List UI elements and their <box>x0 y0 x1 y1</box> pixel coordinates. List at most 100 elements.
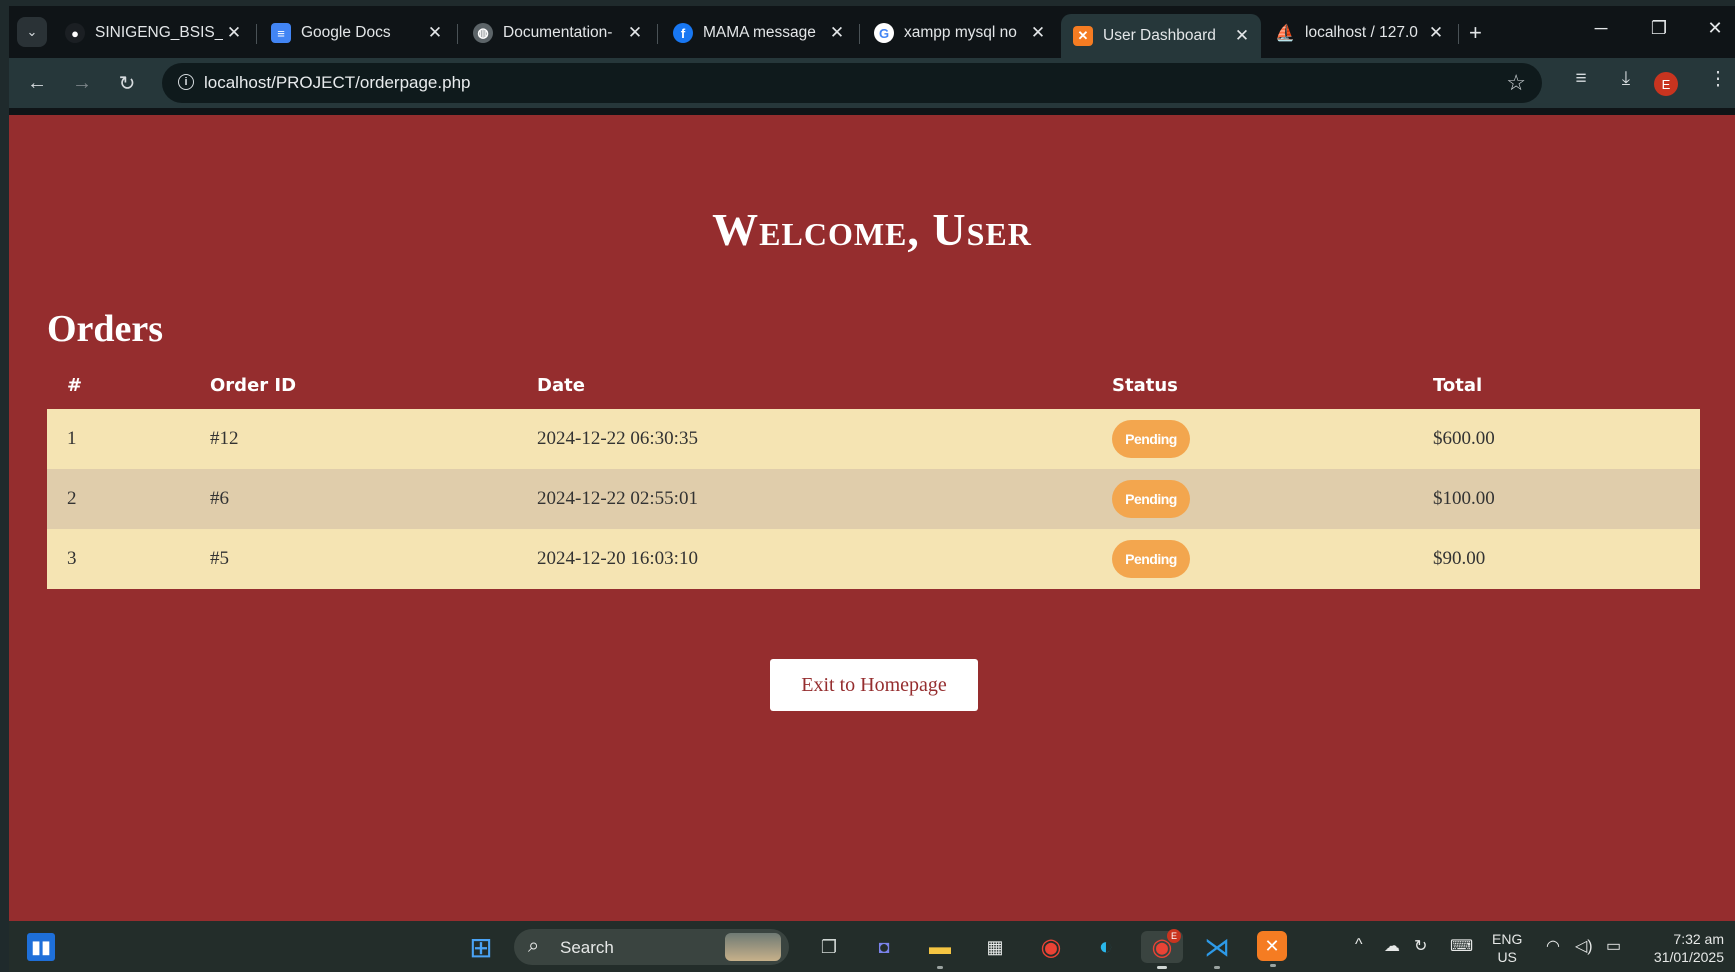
show-hidden-icons[interactable]: ^ <box>1355 936 1363 954</box>
close-icon[interactable]: ✕ <box>223 23 245 43</box>
keyboard-icon[interactable]: ⌨ <box>1450 936 1473 956</box>
order-status-cell: Pending <box>1092 409 1413 469</box>
order-id: #6 <box>210 488 229 509</box>
chrome-profile-icon[interactable]: ◉ E <box>1141 929 1183 969</box>
tab-mama-message[interactable]: f MAMA message ✕ <box>661 14 856 52</box>
microsoft-store-icon[interactable]: ▦ <box>979 931 1011 963</box>
table-row: 2 #6 2024-12-22 02:55:01 Pending $100.00 <box>47 469 1700 529</box>
tab-google-docs[interactable]: ≡ Google Docs ✕ <box>259 14 454 52</box>
back-icon[interactable]: ← <box>22 68 52 98</box>
forward-icon[interactable]: → <box>67 68 97 98</box>
phpmyadmin-icon: ⛵ <box>1275 25 1295 42</box>
address-bar[interactable]: i localhost/PROJECT/orderpage.php ☆ <box>162 63 1542 103</box>
tab-title: Google Docs <box>301 24 391 41</box>
vscode-icon[interactable]: ⋊ <box>1201 931 1233 969</box>
column-header-number: # <box>67 374 83 396</box>
tab-sinigeng[interactable]: ● SINIGENG_BSIS_ ✕ <box>53 14 253 52</box>
language-indicator[interactable]: ENG US <box>1492 930 1522 966</box>
new-tab-button[interactable]: + <box>1469 20 1482 46</box>
tab-separator <box>457 24 458 44</box>
reload-icon[interactable]: ↻ <box>112 68 142 98</box>
sync-icon[interactable]: ↻ <box>1414 936 1427 956</box>
menu-icon[interactable]: ⋮ <box>1703 68 1733 91</box>
close-icon[interactable]: ✕ <box>1027 23 1049 43</box>
tab-title: Documentation- <box>503 24 613 41</box>
clock[interactable]: 7:32 am 31/01/2025 <box>1639 930 1724 966</box>
tab-documentation[interactable]: ◍ Documentation- ✕ <box>461 14 654 52</box>
welcome-heading: Welcome, User <box>712 204 1032 255</box>
clock-time: 7:32 am <box>1673 931 1724 947</box>
github-icon: ● <box>65 23 85 43</box>
tab-title: xampp mysql no <box>904 24 1017 41</box>
page-content: Welcome, User Orders # Order ID Date Sta… <box>9 115 1735 921</box>
restore-icon[interactable]: ❐ <box>1639 18 1679 39</box>
tab-title: localhost / 127.0 <box>1305 24 1418 41</box>
exit-to-homepage-button[interactable]: Exit to Homepage <box>770 659 978 711</box>
chat-icon[interactable]: ◘ <box>868 931 900 963</box>
facebook-icon: f <box>673 23 693 43</box>
tab-separator <box>657 24 658 44</box>
file-explorer-icon[interactable]: ▬ <box>924 931 956 969</box>
profile-avatar[interactable]: E <box>1654 72 1678 96</box>
globe-icon: ◍ <box>473 23 493 43</box>
row-number: 2 <box>67 488 77 509</box>
task-view-icon[interactable]: ❐ <box>813 931 845 963</box>
close-icon[interactable]: ✕ <box>826 23 848 43</box>
column-header-order-id: Order ID <box>210 374 297 396</box>
browser-toolbar: ← → ↻ i localhost/PROJECT/orderpage.php … <box>9 58 1735 108</box>
tab-title: User Dashboard <box>1103 27 1216 44</box>
language-code: ENG <box>1492 931 1523 947</box>
status-badge: Pending <box>1112 420 1190 458</box>
order-id: #5 <box>210 548 229 569</box>
widgets-icon[interactable]: ▮▮ <box>27 933 55 961</box>
order-date: 2024-12-22 02:55:01 <box>537 488 698 509</box>
order-status-cell: Pending <box>1092 469 1413 529</box>
tab-search-icon[interactable]: ⌄ <box>17 17 47 47</box>
minimize-icon[interactable]: ─ <box>1581 18 1621 39</box>
tab-xampp-search[interactable]: G xampp mysql no ✕ <box>862 14 1057 52</box>
table-header-row: # Order ID Date Status Total <box>47 361 1700 409</box>
reading-list-icon[interactable]: ≡ <box>1566 68 1596 90</box>
google-icon: G <box>874 23 894 43</box>
column-header-total: Total <box>1433 374 1483 396</box>
close-icon[interactable]: ✕ <box>1425 23 1447 43</box>
windows-start-icon[interactable]: ⊞ <box>465 931 497 963</box>
close-icon[interactable]: ✕ <box>424 23 446 43</box>
status-badge: Pending <box>1112 480 1190 518</box>
tab-user-dashboard[interactable]: ✕ User Dashboard ✕ <box>1061 14 1261 58</box>
battery-icon[interactable]: ▭ <box>1606 936 1621 956</box>
google-docs-icon: ≡ <box>271 23 291 43</box>
row-number: 1 <box>67 428 77 449</box>
row-number: 3 <box>67 548 77 569</box>
close-icon[interactable]: ✕ <box>1231 26 1253 46</box>
search-highlight-image <box>725 933 781 961</box>
taskbar-search[interactable]: ⌕ Search <box>514 929 789 965</box>
orders-table: # Order ID Date Status Total 1 #12 2024-… <box>47 361 1700 589</box>
clock-date: 31/01/2025 <box>1653 949 1724 965</box>
status-badge: Pending <box>1112 540 1190 578</box>
tab-title: MAMA message <box>703 24 816 41</box>
window-close-icon[interactable]: ✕ <box>1695 18 1735 39</box>
search-label: Search <box>560 938 614 957</box>
onedrive-icon[interactable]: ☁ <box>1384 936 1400 956</box>
table-row: 3 #5 2024-12-20 16:03:10 Pending $90.00 <box>47 529 1700 589</box>
url-text[interactable]: localhost/PROJECT/orderpage.php <box>204 73 470 93</box>
xampp-taskbar-icon[interactable]: ✕ <box>1257 931 1287 967</box>
order-total: $90.00 <box>1433 548 1486 569</box>
order-total: $100.00 <box>1433 488 1495 509</box>
taskbar: ▮▮ ⊞ ⌕ Search ❐ ◘ ▬ ▦ ◉ ◐ ◉ E ⋊ ✕ ^ ☁ ↻ ⌨… <box>9 921 1735 972</box>
volume-icon[interactable]: ◁) <box>1575 936 1593 956</box>
tab-separator <box>256 24 257 44</box>
table-row: 1 #12 2024-12-22 06:30:35 Pending $600.0… <box>47 409 1700 469</box>
orders-heading: Orders <box>47 308 164 350</box>
tab-localhost-phpmyadmin[interactable]: ⛵ localhost / 127.0 ✕ <box>1263 14 1455 52</box>
order-date: 2024-12-22 06:30:35 <box>537 428 698 449</box>
chrome-icon[interactable]: ◉ <box>1035 931 1067 963</box>
download-icon[interactable]: ⤓ <box>1611 68 1641 90</box>
close-icon[interactable]: ✕ <box>624 23 646 43</box>
bookmark-star-icon[interactable]: ☆ <box>1506 70 1526 96</box>
xampp-icon: ✕ <box>1073 26 1093 46</box>
site-info-icon[interactable]: i <box>178 74 194 90</box>
wifi-icon[interactable]: ◠ <box>1546 936 1560 956</box>
edge-icon[interactable]: ◐ <box>1090 931 1122 963</box>
